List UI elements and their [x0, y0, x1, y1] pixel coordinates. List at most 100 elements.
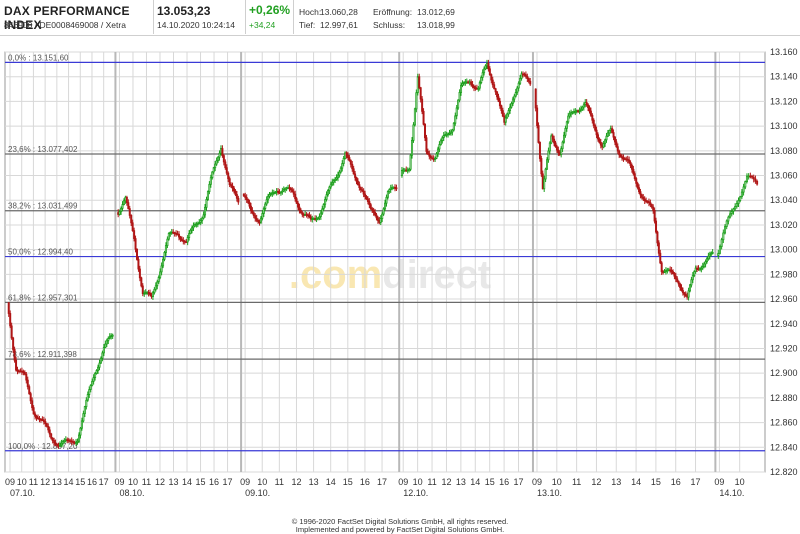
candle-body — [47, 425, 50, 431]
x-hour-label: 16 — [671, 477, 681, 487]
candle-body — [354, 173, 357, 178]
candle-body — [118, 211, 121, 215]
candle-body — [232, 187, 235, 192]
candle-body — [629, 162, 632, 166]
x-hour-label: 13 — [456, 477, 466, 487]
candle-body — [149, 292, 152, 295]
candle-body — [332, 180, 335, 183]
candle-body — [365, 196, 368, 200]
candle-body — [724, 226, 727, 234]
candle-body — [344, 152, 347, 159]
candle-body — [419, 87, 422, 100]
candle-body — [317, 217, 320, 220]
candle-body — [20, 370, 23, 373]
candle-body — [284, 187, 287, 190]
x-hour-label: 16 — [499, 477, 509, 487]
candle-body — [660, 262, 663, 273]
candle-body — [289, 187, 292, 191]
candle-body — [444, 134, 447, 136]
candle-body — [378, 219, 381, 223]
candle-body — [199, 220, 202, 223]
candle-body — [202, 214, 205, 219]
candle-body — [467, 81, 470, 84]
candle-body — [471, 83, 474, 87]
candle-body — [206, 191, 209, 200]
candle-body — [517, 82, 520, 89]
candle-body — [183, 240, 186, 243]
candle-body — [382, 208, 385, 215]
candle-body — [189, 229, 192, 234]
candle-body — [212, 167, 215, 173]
candle-body — [70, 440, 73, 443]
candle-body — [124, 196, 127, 202]
candle-body — [497, 96, 500, 102]
candle-body — [690, 279, 693, 286]
candle-body — [198, 222, 201, 224]
candle-body — [445, 133, 448, 136]
candle-body — [657, 242, 660, 254]
candle-body — [12, 337, 15, 350]
candle-body — [342, 157, 345, 164]
candle-body — [309, 216, 312, 220]
candle-body — [60, 442, 63, 446]
candle-body — [488, 68, 491, 76]
candle-body — [64, 439, 67, 442]
x-hour-label: 12 — [291, 477, 301, 487]
candle-body — [465, 81, 468, 84]
candle-body — [135, 248, 138, 260]
x-hour-label: 17 — [691, 477, 701, 487]
change-cell: +0,26% +34,24 — [245, 0, 294, 34]
candle-body — [403, 169, 406, 172]
candle-body — [274, 191, 277, 194]
candle-body — [341, 163, 344, 169]
candle-body — [167, 232, 170, 240]
x-hour-label: 17 — [223, 477, 233, 487]
candle-body — [483, 68, 486, 74]
price-chart[interactable]: .comdirect 0,0% : 13.151,6023,6% : 13.07… — [0, 36, 800, 516]
y-tick-label: 13.060 — [770, 171, 798, 181]
candle-body — [688, 284, 691, 292]
candle-body — [38, 418, 41, 421]
candle-body — [548, 142, 551, 152]
candle-body — [225, 167, 228, 174]
candle-body — [219, 148, 222, 154]
candle-body — [315, 218, 318, 220]
fib-label: 23,6% : 13.077,402 — [8, 145, 78, 154]
candle-body — [228, 178, 231, 185]
candle-body — [477, 87, 480, 90]
candle-body — [588, 107, 591, 112]
candle-body — [429, 155, 432, 159]
candle-body — [146, 292, 149, 294]
candle-body — [742, 186, 745, 193]
candle-body — [79, 427, 82, 436]
y-tick-label: 13.040 — [770, 195, 798, 205]
candle-body — [636, 182, 639, 189]
candle-body — [426, 151, 429, 155]
candle-body — [231, 185, 234, 189]
candle-body — [217, 156, 220, 162]
candle-body — [536, 107, 539, 126]
candle-body — [188, 233, 191, 238]
candle-body — [339, 167, 342, 173]
candle-body — [329, 183, 332, 188]
x-hour-label: 12 — [441, 477, 451, 487]
candle-body — [227, 172, 230, 180]
candle-body — [560, 148, 563, 155]
candle-body — [261, 213, 264, 219]
candle-body — [602, 143, 605, 148]
candle-body — [32, 407, 35, 415]
candle-body — [349, 160, 352, 165]
candle-body — [455, 107, 458, 117]
candle-body — [275, 190, 278, 193]
candle-body — [514, 91, 517, 97]
candle-body — [101, 352, 104, 359]
candle-body — [447, 133, 450, 136]
candle-body — [635, 178, 638, 184]
candle-body — [527, 78, 530, 82]
candle-body — [151, 292, 154, 297]
candle-body — [606, 132, 609, 137]
candle-body — [85, 399, 88, 408]
candle-body — [633, 173, 636, 179]
candle-body — [554, 142, 557, 148]
close-label: Schluss: — [373, 20, 406, 30]
